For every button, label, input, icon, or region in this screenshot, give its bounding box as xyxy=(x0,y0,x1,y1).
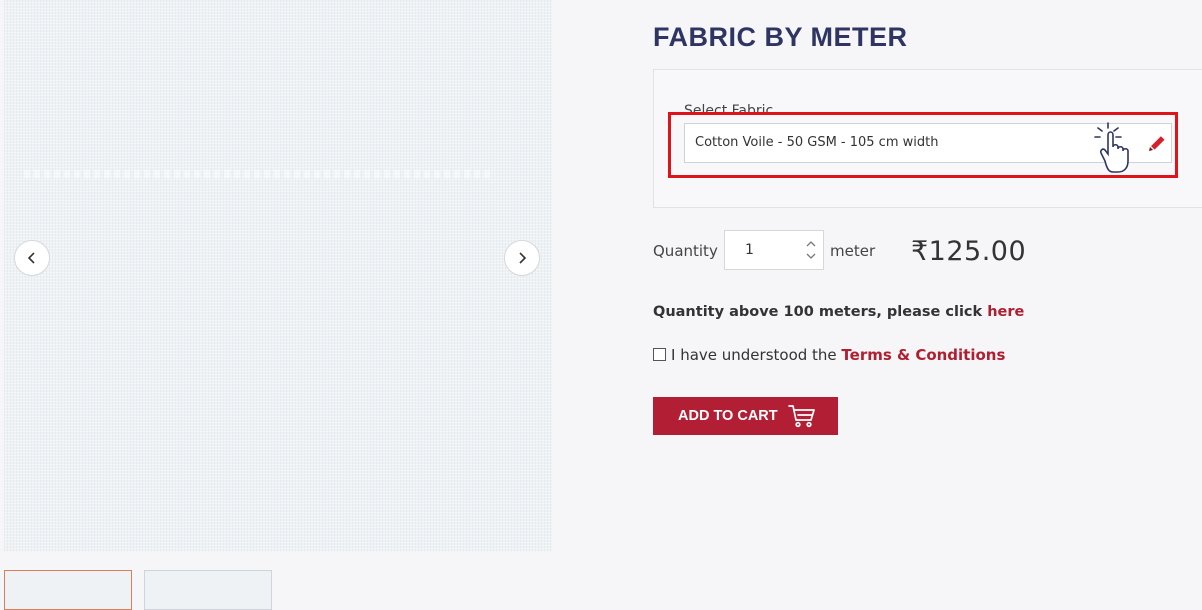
quantity-label: Quantity xyxy=(653,242,718,260)
cart-icon xyxy=(787,405,815,428)
quantity-unit-label: meter xyxy=(830,242,876,260)
product-title: FABRIC BY METER xyxy=(653,22,908,52)
bulk-note-text: Quantity above 100 meters, please click xyxy=(653,304,988,320)
gallery-thumbnail-1[interactable] xyxy=(4,570,132,610)
chevron-right-icon xyxy=(519,252,527,264)
product-price: ₹125.00 xyxy=(911,236,1027,267)
gallery-prev-button[interactable] xyxy=(14,240,50,276)
add-to-cart-button[interactable]: ADD TO CART xyxy=(653,397,838,435)
terms-checkbox[interactable] xyxy=(653,348,666,361)
gallery-next-button[interactable] xyxy=(504,240,540,276)
fabric-texture xyxy=(24,170,492,178)
terms-label: I have understood the Terms & Conditions xyxy=(671,346,1005,364)
pencil-icon xyxy=(1149,136,1165,151)
quantity-stepper-icon[interactable] xyxy=(805,239,817,261)
bulk-quantity-link[interactable]: here xyxy=(987,304,1024,320)
product-image xyxy=(4,0,552,552)
bulk-quantity-note: Quantity above 100 meters, please click … xyxy=(653,304,1024,320)
terms-link[interactable]: Terms & Conditions xyxy=(841,346,1005,364)
terms-label-text: I have understood the xyxy=(671,346,842,364)
add-to-cart-label: ADD TO CART xyxy=(678,408,778,424)
gallery-thumbnail-2[interactable] xyxy=(144,570,272,610)
hand-pointer-icon xyxy=(1094,122,1129,173)
chevron-left-icon xyxy=(27,252,35,264)
